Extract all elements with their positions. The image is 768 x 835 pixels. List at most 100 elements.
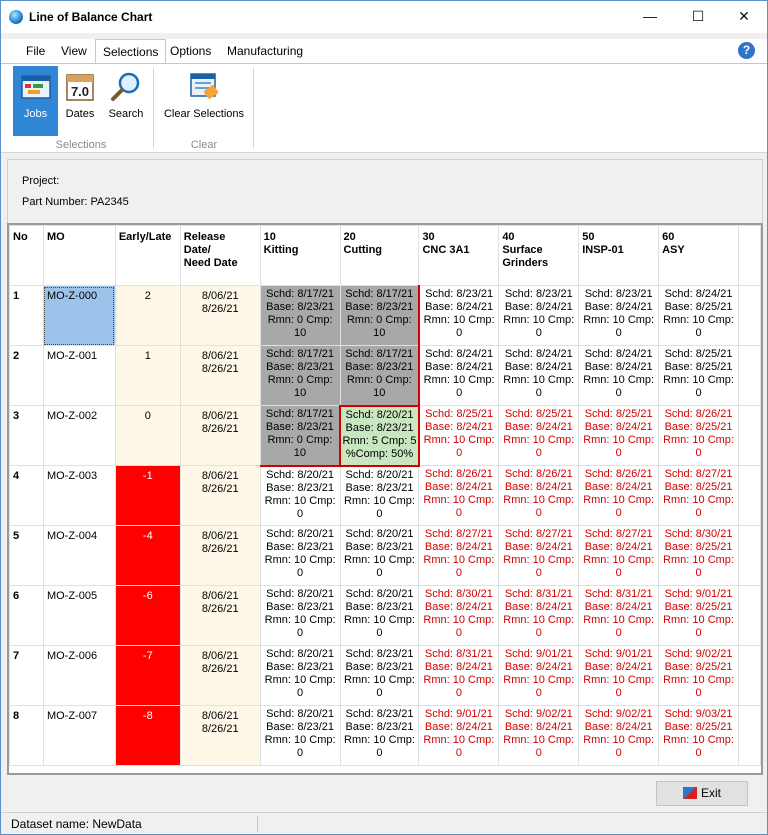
header-early-late[interactable]: Early/Late (114, 225, 181, 286)
mo-cell[interactable]: MO-Z-005 (42, 585, 116, 646)
mo-cell[interactable]: MO-Z-004 (42, 525, 116, 586)
operation-cell[interactable]: Schd: 8/20/21 Base: 8/23/21 Rmn: 10 Cmp: 0 (259, 465, 341, 526)
table-row[interactable]: 4 MO-Z-003 -1 8/06/21 8/26/21 Schd: 8/20/21 Ba… (9, 465, 761, 526)
operation-line: Base: 8/25/21 (664, 301, 733, 313)
header-release-date[interactable]: Release Date/ Need Date (179, 225, 261, 286)
table-row[interactable]: 7 MO-Z-006 -7 8/06/21 8/26/21 Schd: 8/20/21 Ba… (9, 645, 761, 706)
operation-line: Rmn: 10 Cmp: (503, 434, 575, 446)
mo-cell[interactable]: MO-Z-002 (42, 405, 116, 466)
exit-button[interactable]: Exit (656, 781, 748, 806)
jobs-button[interactable]: Jobs (13, 66, 58, 136)
operation-cell[interactable]: Schd: 8/20/21 Base: 8/23/21 Rmn: 10 Cmp: 0 (259, 525, 341, 586)
operation-cell[interactable]: Schd: 8/20/21 Base: 8/23/21 Rmn: 10 Cmp: 0 (259, 705, 341, 766)
operation-cell[interactable]: Schd: 9/01/21 Base: 8/24/21 Rmn: 10 Cmp: 0 (578, 645, 660, 706)
operation-cell[interactable]: Schd: 8/23/21 Base: 8/23/21 Rmn: 10 Cmp: 0 (339, 705, 420, 766)
operation-cell[interactable]: Schd: 8/30/21 Base: 8/24/21 Rmn: 10 Cmp: 0 (418, 585, 500, 646)
dates-button[interactable]: 7.0 Dates (59, 66, 101, 136)
operation-cell[interactable]: Schd: 8/25/21 Base: 8/25/21 Rmn: 10 Cmp: 0 (658, 345, 739, 406)
operation-cell[interactable]: Schd: 8/20/21 Base: 8/23/21 Rmn: 10 Cmp: 0 (339, 525, 420, 586)
minimize-button[interactable]: — (627, 1, 673, 33)
operation-cell[interactable]: Schd: 9/01/21 Base: 8/25/21 Rmn: 10 Cmp: 0 (658, 585, 739, 646)
table-row[interactable]: 3 MO-Z-002 0 8/06/21 8/26/21 Schd: 8/17/21 Bas… (9, 405, 761, 467)
operation-cell[interactable]: Schd: 8/20/21 Base: 8/23/21 Rmn: 10 Cmp: 0 (339, 585, 420, 646)
operation-line: Schd: 8/25/21 (584, 408, 653, 420)
operation-cell[interactable]: Schd: 8/25/21 Base: 8/24/21 Rmn: 10 Cmp: 0 (578, 405, 660, 466)
operation-cell[interactable]: Schd: 9/03/21 Base: 8/25/21 Rmn: 10 Cmp: 0 (658, 705, 739, 766)
operation-cell[interactable]: Schd: 9/01/21 Base: 8/24/21 Rmn: 10 Cmp: 0 (498, 645, 580, 706)
operation-cell[interactable]: Schd: 8/26/21 Base: 8/25/21 Rmn: 10 Cmp: 0 (658, 405, 739, 466)
table-row[interactable]: 2 MO-Z-001 1 8/06/21 8/26/21 Schd: 8/17/21 Bas… (9, 345, 761, 407)
operation-cell[interactable]: Schd: 8/17/21 Base: 8/23/21 Rmn: 0 Cmp: 10 (339, 345, 420, 407)
operation-cell[interactable]: Schd: 8/26/21 Base: 8/24/21 Rmn: 10 Cmp: 0 (418, 465, 500, 526)
operation-cell[interactable]: Schd: 9/01/21 Base: 8/24/21 Rmn: 10 Cmp: 0 (418, 705, 500, 766)
menu-file[interactable]: File (19, 39, 52, 63)
operation-cell[interactable]: Schd: 8/24/21 Base: 8/24/21 Rmn: 10 Cmp: 0 (578, 345, 660, 406)
header-op-60[interactable]: 60 ASY (658, 225, 739, 286)
table-row[interactable]: 1 MO-Z-000 2 8/06/21 8/26/21 Schd: 8/17/21 Bas… (9, 285, 761, 346)
operation-cell[interactable]: Schd: 8/25/21 Base: 8/24/21 Rmn: 10 Cmp: 0 (418, 405, 500, 466)
operation-line: Rmn: 10 Cmp: (663, 434, 734, 446)
line-of-balance-grid[interactable]: No MO Early/Late Release Date/ Need Date… (7, 223, 763, 775)
search-button[interactable]: Search (105, 66, 147, 136)
close-button[interactable]: ✕ (721, 1, 767, 33)
operation-cell[interactable]: Schd: 8/17/21 Base: 8/23/21 Rmn: 0 Cmp: 10 (259, 285, 341, 346)
operation-line: Rmn: 10 Cmp: (583, 554, 655, 566)
header-op-50[interactable]: 50 INSP-01 (578, 225, 660, 286)
operation-cell[interactable]: Schd: 8/23/21 Base: 8/23/21 Rmn: 10 Cmp: 0 (339, 645, 420, 706)
operation-cell[interactable]: Schd: 8/24/21 Base: 8/24/21 Rmn: 10 Cmp: 0 (418, 345, 500, 406)
operation-cell[interactable]: Schd: 8/31/21 Base: 8/24/21 Rmn: 10 Cmp: 0 (418, 645, 500, 706)
operation-cell[interactable]: Schd: 8/27/21 Base: 8/24/21 Rmn: 10 Cmp: 0 (498, 525, 580, 586)
operation-cell[interactable]: Schd: 8/17/21 Base: 8/23/21 Rmn: 0 Cmp: 10 (259, 345, 341, 406)
operation-cell[interactable]: Schd: 8/20/21 Base: 8/23/21 Rmn: 10 Cmp: 0 (259, 645, 341, 706)
menu-view[interactable]: View (54, 39, 94, 63)
header-text: Cutting (343, 244, 383, 256)
operation-cell[interactable]: Schd: 8/26/21 Base: 8/24/21 Rmn: 10 Cmp: 0 (498, 465, 580, 526)
operation-cell[interactable]: Schd: 9/02/21 Base: 8/25/21 Rmn: 10 Cmp: 0 (658, 645, 739, 706)
menu-options[interactable]: Options (163, 39, 218, 63)
menu-manufacturing[interactable]: Manufacturing (220, 39, 310, 63)
operation-cell[interactable]: Schd: 8/17/21 Base: 8/23/21 Rmn: 0 Cmp: 10 (259, 405, 342, 467)
header-op-10[interactable]: 10 Kitting (259, 225, 341, 286)
header-op-30[interactable]: 30 CNC 3A1 (418, 225, 500, 286)
clear-selections-button[interactable]: Clear Selections (159, 66, 249, 136)
mo-cell[interactable]: MO-Z-007 (42, 705, 116, 766)
mo-cell[interactable]: MO-Z-006 (42, 645, 116, 706)
need-date: 8/26/21 (201, 663, 239, 675)
operation-cell[interactable]: Schd: 8/20/21 Base: 8/23/21 Rmn: 10 Cmp: 0 (259, 585, 341, 646)
header-mo[interactable]: MO (42, 225, 116, 286)
operation-cell[interactable]: Schd: 9/02/21 Base: 8/24/21 Rmn: 10 Cmp: 0 (498, 705, 580, 766)
maximize-button[interactable]: ☐ (675, 1, 721, 33)
operation-cell[interactable]: Schd: 8/23/21 Base: 8/24/21 Rmn: 10 Cmp: 0 (418, 285, 500, 346)
operation-cell[interactable]: Schd: 8/17/21 Base: 8/23/21 Rmn: 0 Cmp: 10 (339, 285, 420, 346)
operation-cell[interactable]: Schd: 8/31/21 Base: 8/24/21 Rmn: 10 Cmp: 0 (498, 585, 580, 646)
operation-cell[interactable]: Schd: 8/24/21 Base: 8/25/21 Rmn: 10 Cmp: 0 (658, 285, 739, 346)
operation-cell[interactable]: Schd: 8/27/21 Base: 8/24/21 Rmn: 10 Cmp: 0 (578, 525, 660, 586)
mo-cell[interactable]: MO-Z-001 (42, 345, 116, 406)
operation-cell[interactable]: Schd: 8/27/21 Base: 8/25/21 Rmn: 10 Cmp: 0 (658, 465, 739, 526)
operation-cell[interactable]: Schd: 8/26/21 Base: 8/24/21 Rmn: 10 Cmp: 0 (578, 465, 660, 526)
table-row[interactable]: 6 MO-Z-005 -6 8/06/21 8/26/21 Schd: 8/20/21 Ba… (9, 585, 761, 646)
operation-cell[interactable]: Schd: 8/24/21 Base: 8/24/21 Rmn: 10 Cmp: 0 (498, 345, 580, 406)
operation-cell[interactable]: Schd: 8/20/21 Base: 8/23/21 Rmn: 10 Cmp: 0 (339, 465, 420, 526)
table-row[interactable]: 8 MO-Z-007 -8 8/06/21 8/26/21 Schd: 8/20/21 Ba… (9, 705, 761, 766)
operation-cell[interactable]: Schd: 8/27/21 Base: 8/24/21 Rmn: 10 Cmp: 0 (418, 525, 500, 586)
operation-line: 0 (615, 627, 622, 639)
operation-cell[interactable]: Schd: 9/02/21 Base: 8/24/21 Rmn: 10 Cmp: 0 (578, 705, 660, 766)
operation-cell[interactable]: Schd: 8/25/21 Base: 8/24/21 Rmn: 10 Cmp: 0 (498, 405, 580, 466)
operation-line: Rmn: 10 Cmp: (423, 314, 495, 326)
header-op-20[interactable]: 20 Cutting (339, 225, 420, 286)
operation-cell[interactable]: Schd: 8/30/21 Base: 8/25/21 Rmn: 10 Cmp: 0 (658, 525, 739, 586)
help-icon[interactable]: ? (738, 42, 755, 59)
table-row[interactable]: 5 MO-Z-004 -4 8/06/21 8/26/21 Schd: 8/20/21 Ba… (9, 525, 761, 586)
mo-cell[interactable]: MO-Z-000 (42, 285, 116, 346)
mo-cell[interactable]: MO-Z-003 (42, 465, 116, 526)
operation-cell[interactable]: Schd: 8/31/21 Base: 8/24/21 Rmn: 10 Cmp: 0 (578, 585, 660, 646)
operation-line: Rmn: 10 Cmp: (583, 674, 655, 686)
operation-line: 0 (535, 747, 542, 759)
header-no[interactable]: No (9, 225, 44, 286)
operation-cell[interactable]: Schd: 8/20/21 Base: 8/23/21 Rmn: 5 Cmp: 5%… (339, 405, 420, 467)
menu-selections[interactable]: Selections (95, 39, 167, 64)
header-op-40[interactable]: 40 Surface Grinders (498, 225, 580, 286)
operation-cell[interactable]: Schd: 8/23/21 Base: 8/24/21 Rmn: 10 Cmp: 0 (578, 285, 660, 346)
operation-cell[interactable]: Schd: 8/23/21 Base: 8/24/21 Rmn: 10 Cmp: 0 (498, 285, 580, 346)
